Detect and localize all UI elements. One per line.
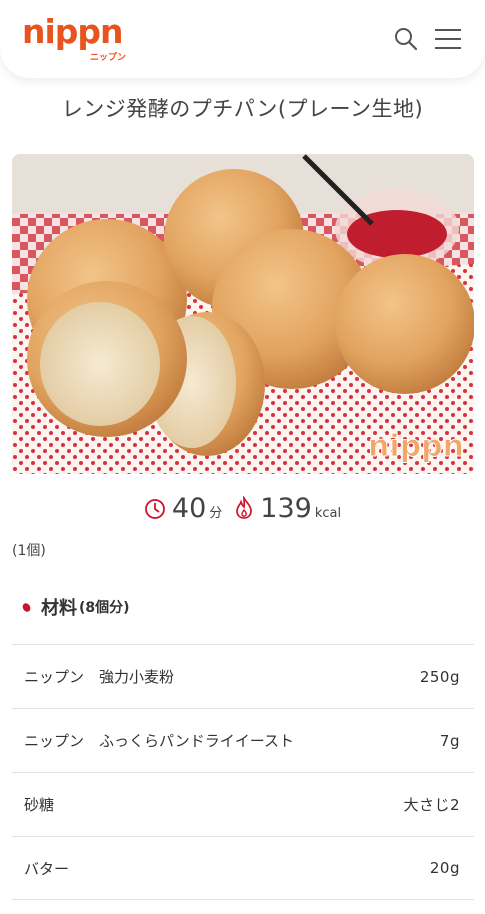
- site-header: nippn ニップン: [0, 0, 485, 78]
- ingredient-row: ニップン ふっくらパンドライイースト 7g: [12, 708, 474, 772]
- ingredients-heading: 材料 (8個分): [21, 594, 130, 620]
- ingredients-yield: (8個分): [79, 600, 130, 616]
- photo-watermark: nippn: [368, 429, 464, 464]
- ingredient-amount: 20g: [429, 859, 460, 877]
- search-icon[interactable]: [393, 26, 419, 52]
- heading-bullet-icon: [21, 601, 32, 613]
- flame-icon: [236, 496, 253, 519]
- ingredient-name: 砂糖: [24, 796, 55, 814]
- cook-time: 40 分: [144, 494, 222, 524]
- menu-icon[interactable]: [433, 26, 463, 52]
- ingredient-row: ニップン 強力小麦粉 250g: [12, 644, 474, 708]
- bread-rolls-image: nippn: [12, 154, 474, 474]
- recipe-meta: 40 分 139 kcal: [0, 490, 485, 528]
- recipe-title: レンジ発酵のプチパン(プレーン生地): [61, 97, 424, 121]
- ingredient-amount: 7g: [439, 731, 460, 750]
- cook-time-value: 40: [171, 493, 207, 524]
- calorie-unit: kcal: [314, 506, 342, 521]
- ingredients-title: 材料: [41, 598, 77, 619]
- ingredient-row: 砂糖 大さじ2: [12, 772, 474, 836]
- clock-icon: [145, 499, 165, 519]
- calories: 139 kcal: [234, 494, 341, 524]
- ingredient-name: ニップン ふっくらパンドライイースト: [24, 732, 295, 750]
- ingredient-name: ニップン 強力小麦粉: [24, 668, 175, 686]
- ingredient-list: ニップン 強力小麦粉 250g ニップン ふっくらパンドライイースト 7g 砂糖…: [12, 644, 474, 900]
- logo-kana: ニップン: [89, 53, 126, 63]
- calorie-value: 139: [260, 493, 312, 524]
- recipe-photo: nippn: [12, 154, 474, 474]
- ingredient-amount: 250g: [419, 667, 460, 686]
- ingredient-row: バター 20g: [12, 836, 474, 900]
- serving-note: (1個): [12, 543, 46, 559]
- ingredient-name: バター: [24, 859, 70, 878]
- logo-wordmark: nippn: [22, 12, 124, 51]
- nippn-logo[interactable]: nippn ニップン: [22, 12, 134, 64]
- ingredient-amount: 大さじ2: [403, 796, 460, 814]
- cook-time-unit: 分: [209, 506, 223, 521]
